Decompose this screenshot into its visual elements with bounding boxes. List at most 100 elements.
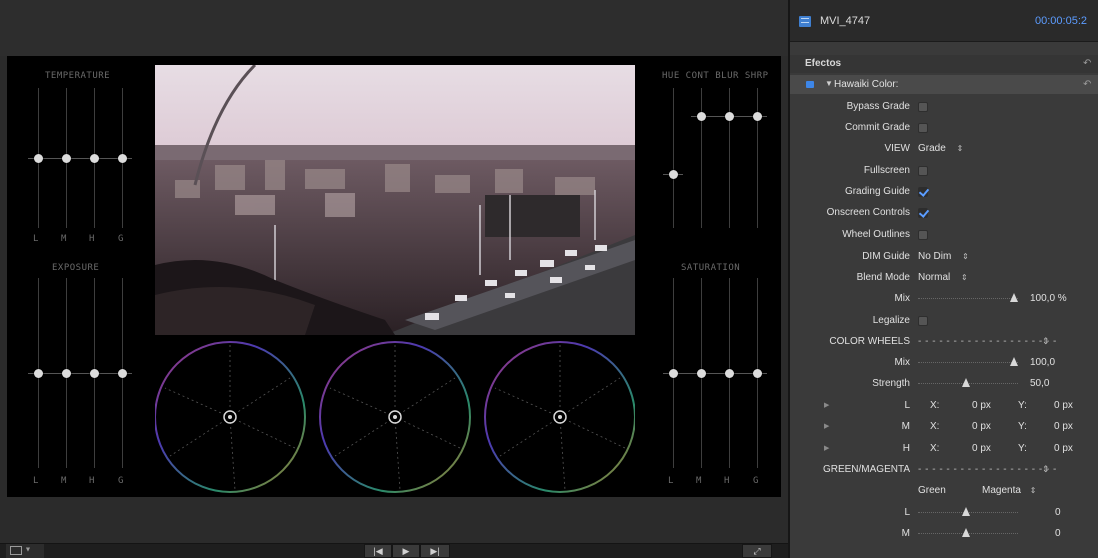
effect-header-hawaiki[interactable]: ▼ Hawaiki Color: ↶ (790, 75, 1098, 94)
bypass-grade-checkbox[interactable] (918, 102, 928, 112)
mix-slider-thumb[interactable] (1010, 293, 1018, 302)
wheel-low[interactable] (155, 341, 306, 493)
slider-knob[interactable] (34, 154, 43, 163)
legalize-checkbox[interactable] (918, 316, 928, 326)
wheels-mix-value[interactable]: 100,0 (1030, 357, 1055, 368)
blend-mode-popup[interactable]: Normal ⇕ (918, 272, 968, 283)
gm-m-slider[interactable] (918, 528, 1018, 537)
fullscreen-button[interactable]: ⤢ (742, 544, 772, 558)
param-label: L (904, 507, 910, 518)
slider-knob[interactable] (34, 369, 43, 378)
param-label: Mix (894, 293, 910, 304)
view-popup[interactable]: Grade ⇕ (918, 143, 963, 154)
param-label: M (901, 421, 910, 432)
slider-knob[interactable] (697, 369, 706, 378)
param-label: Legalize (872, 315, 910, 326)
param-label: M (901, 528, 910, 539)
inspector-header: MVI_4747 00:00:05:2 (790, 0, 1098, 42)
strength-slider[interactable] (918, 378, 1018, 387)
effects-label: Efectos (805, 58, 842, 69)
slider-track[interactable] (701, 88, 702, 228)
grading-guide-checkbox[interactable] (918, 187, 928, 197)
slider-knob[interactable] (669, 170, 678, 179)
exposure-sliders[interactable] (28, 278, 132, 468)
view-options-button[interactable]: ▼ (6, 544, 44, 558)
gm-l-slider[interactable] (918, 507, 1018, 516)
disclosure-triangle-icon[interactable]: ▶ (824, 444, 829, 452)
param-wheel-m: ▶ M X: 0 px Y: 0 px (790, 417, 1098, 438)
slider-track[interactable] (729, 88, 730, 228)
mix-slider[interactable] (918, 293, 1018, 302)
updown-icon[interactable]: ⇕ (1042, 464, 1050, 475)
strength-value[interactable]: 50,0 (1030, 378, 1049, 389)
slider-knob[interactable] (118, 154, 127, 163)
viewer-canvas[interactable]: TEMPERATURE L M H G EXPOSURE L M H G HUE… (7, 56, 781, 497)
reset-effects-icon[interactable]: ↶ (1083, 58, 1091, 69)
magenta-popup[interactable]: Magenta ⇕ (982, 485, 1036, 496)
x-value[interactable]: 0 px (972, 443, 991, 454)
x-value[interactable]: 0 px (972, 421, 991, 432)
slider-knob[interactable] (90, 154, 99, 163)
skip-back-button[interactable]: |◀ (364, 544, 392, 558)
updown-icon[interactable]: ⇕ (1042, 336, 1050, 347)
commit-grade-checkbox[interactable] (918, 123, 928, 133)
updown-icon: ⇕ (961, 273, 968, 282)
clip-icon (799, 16, 811, 27)
slider-knob[interactable] (753, 112, 762, 121)
wheel-mid[interactable] (319, 341, 471, 493)
slider-knob[interactable] (725, 369, 734, 378)
gm-l-value[interactable]: 0 (1055, 507, 1061, 518)
saturation-sliders[interactable] (663, 278, 767, 468)
disclosure-triangle-icon[interactable]: ▼ (825, 79, 833, 88)
green-label: Green (918, 485, 946, 496)
slider-knob[interactable] (90, 369, 99, 378)
slider-track[interactable] (673, 88, 674, 228)
strength-slider-thumb[interactable] (962, 378, 970, 387)
color-wheels (155, 341, 635, 493)
slider-knob[interactable] (118, 369, 127, 378)
wheels-mix-slider[interactable] (918, 357, 1018, 366)
slider-knob[interactable] (725, 112, 734, 121)
wheels-mix-slider-thumb[interactable] (1010, 357, 1018, 366)
wheel-outlines-checkbox[interactable] (918, 230, 928, 240)
blend-mode-value: Normal (918, 272, 951, 283)
param-label: Onscreen Controls (826, 207, 910, 218)
slider-knob[interactable] (753, 369, 762, 378)
slider-connector (28, 373, 132, 374)
effect-enable-checkbox[interactable] (806, 81, 814, 88)
magenta-label: Magenta (982, 485, 1021, 496)
x-value[interactable]: 0 px (972, 400, 991, 411)
slider-knob[interactable] (62, 154, 71, 163)
hcbs-sliders[interactable] (663, 88, 767, 228)
y-label: Y: (1018, 443, 1027, 454)
fullscreen-checkbox[interactable] (918, 166, 928, 176)
param-mix: Mix 100,0 % (790, 289, 1098, 310)
mix-value[interactable]: 100,0 % (1030, 293, 1067, 304)
gm-l-slider-thumb[interactable] (962, 507, 970, 516)
play-icon: ▶ (402, 546, 410, 556)
play-button[interactable]: ▶ (392, 544, 420, 558)
onscreen-controls-checkbox[interactable] (918, 208, 928, 218)
disclosure-triangle-icon[interactable]: ▶ (824, 401, 829, 409)
y-value[interactable]: 0 px (1054, 443, 1073, 454)
y-value[interactable]: 0 px (1054, 421, 1073, 432)
temperature-sliders[interactable] (28, 88, 132, 228)
dim-guide-popup[interactable]: No Dim ⇕ (918, 251, 969, 262)
exp-g-label: G (118, 476, 124, 486)
skip-forward-button[interactable]: ▶| (420, 544, 450, 558)
param-label: Strength (872, 378, 910, 389)
slider-knob[interactable] (669, 369, 678, 378)
slider-track[interactable] (757, 88, 758, 228)
slider-knob[interactable] (62, 369, 71, 378)
y-value[interactable]: 0 px (1054, 400, 1073, 411)
slider-knob[interactable] (697, 112, 706, 121)
param-label: Fullscreen (863, 165, 910, 176)
gm-m-value[interactable]: 0 (1055, 528, 1061, 539)
disclosure-triangle-icon[interactable]: ▶ (824, 422, 829, 430)
sat-g-label: G (753, 476, 759, 486)
view-options-icon (10, 546, 22, 556)
reset-effect-icon[interactable]: ↶ (1083, 79, 1091, 90)
temp-h-label: H (89, 234, 95, 244)
gm-m-slider-thumb[interactable] (962, 528, 970, 537)
wheel-high[interactable] (484, 341, 635, 493)
